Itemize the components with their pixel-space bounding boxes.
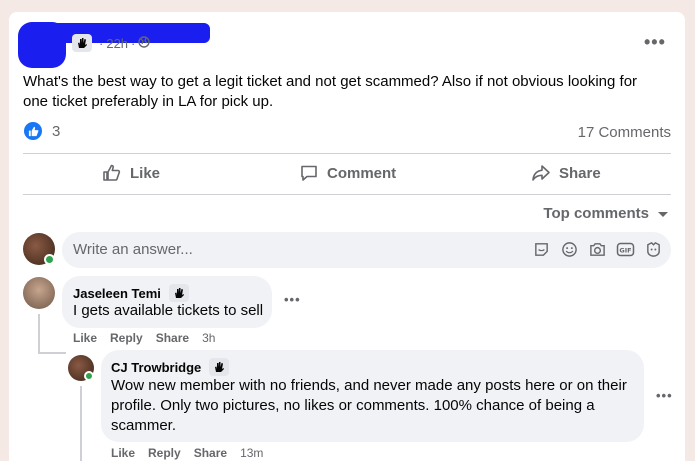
reply-author[interactable]: CJ Trowbridge	[111, 358, 230, 376]
avatar-sticker-icon[interactable]	[644, 240, 663, 259]
online-indicator	[44, 254, 55, 265]
waving-hand-icon	[72, 34, 92, 52]
reaction-summary[interactable]: 3	[24, 122, 60, 140]
reaction-count: 3	[52, 122, 61, 140]
share-label: Share	[559, 164, 601, 182]
svg-text:GIF: GIF	[619, 247, 631, 255]
post-separator-2: ·	[131, 35, 136, 51]
online-indicator	[84, 371, 94, 381]
globe-icon	[138, 35, 151, 51]
reply-reply-button[interactable]: Reply	[148, 446, 181, 460]
post-meta: · 22h ·	[72, 34, 151, 52]
waving-hand-icon	[168, 284, 189, 302]
reply-share-button[interactable]: Share	[194, 446, 227, 460]
comment-author-name: Jaseleen Temi	[73, 285, 161, 301]
comment-more-options-icon[interactable]: •••	[284, 292, 301, 307]
composer-tools: GIF	[532, 240, 663, 259]
camera-icon[interactable]	[588, 240, 607, 259]
emoji-icon[interactable]	[560, 240, 579, 259]
answer-input[interactable]: Write an answer... GIF	[62, 232, 671, 268]
comment-author[interactable]: Jaseleen Temi	[73, 284, 189, 302]
waving-hand-icon	[209, 358, 230, 376]
comment-count[interactable]: 17 Comments	[578, 124, 671, 141]
reply-like-button[interactable]: Like	[111, 446, 135, 460]
comment-sort-dropdown[interactable]: Top comments	[543, 205, 669, 222]
post-more-options-icon[interactable]: •••	[644, 32, 666, 53]
divider-top	[23, 153, 671, 154]
like-label: Like	[130, 164, 161, 182]
comment-share-button[interactable]: Share	[156, 331, 189, 345]
comment-text: I gets available tickets to sell	[73, 302, 264, 319]
comment-label: Comment	[327, 164, 397, 182]
comment-like-button[interactable]: Like	[73, 331, 97, 345]
comment-button[interactable]: Comment	[299, 163, 396, 183]
thread-line	[38, 314, 40, 354]
gif-icon[interactable]: GIF	[616, 240, 635, 259]
reply-time[interactable]: 13m	[240, 446, 263, 460]
divider-bottom	[23, 194, 671, 195]
caret-down-icon	[658, 211, 668, 217]
reply-author-name: CJ Trowbridge	[111, 359, 202, 375]
post-text: What's the best way to get a legit ticke…	[23, 73, 638, 110]
thread-curve	[38, 352, 66, 354]
comment-icon	[301, 165, 317, 181]
commenter-avatar[interactable]	[23, 277, 55, 309]
comment-reply-button[interactable]: Reply	[110, 331, 143, 345]
reply-text: Wow new member with no friends, and neve…	[111, 377, 627, 434]
like-thumb-icon	[24, 122, 42, 140]
comment-time[interactable]: 3h	[202, 331, 215, 345]
thread-line	[80, 386, 82, 461]
reply-actions: Like Reply Share 13m	[111, 446, 276, 460]
like-icon	[103, 164, 121, 181]
share-icon	[532, 165, 550, 181]
share-button[interactable]: Share	[531, 163, 601, 183]
post-separator: ·	[99, 35, 104, 51]
answer-placeholder: Write an answer...	[73, 241, 193, 258]
post-time[interactable]: 22h	[106, 36, 128, 51]
reply-bubble: CJ Trowbridge Wow new member with no fri…	[101, 350, 644, 442]
reply-more-options-icon[interactable]: •••	[656, 388, 673, 403]
sticker-icon[interactable]	[532, 240, 551, 259]
sort-label: Top comments	[543, 205, 649, 222]
comment-actions: Like Reply Share 3h	[73, 331, 228, 345]
comment-bubble: Jaseleen Temi I gets available tickets t…	[62, 276, 272, 328]
like-button[interactable]: Like	[102, 163, 160, 183]
